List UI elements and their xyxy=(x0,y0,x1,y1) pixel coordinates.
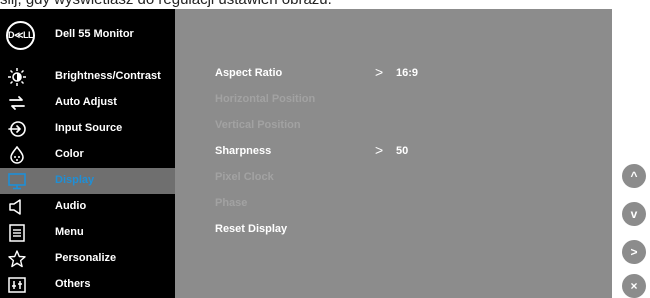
display-icon xyxy=(8,173,26,190)
submenu-label: Sharpness xyxy=(215,145,272,157)
submenu-label: Vertical Position xyxy=(215,119,301,131)
sidebar-item-display[interactable]: Display xyxy=(0,168,175,194)
submenu-aspect-ratio[interactable]: Aspect Ratio > 16:9 xyxy=(215,64,515,84)
dell-logo: D≪LL xyxy=(6,21,35,50)
sidebar-item-label: Personalize xyxy=(55,252,117,264)
sidebar-item-label: Display xyxy=(55,174,95,186)
header: D≪LL Dell 55 Monitor xyxy=(0,9,175,62)
submenu-reset-display[interactable]: Reset Display xyxy=(215,220,515,240)
top-caption: ślij, gdy wyświetlasz do regulacji ustaw… xyxy=(0,0,650,9)
sidebar-item-label: Others xyxy=(55,278,91,290)
input-source-icon xyxy=(8,121,26,137)
osd-menu: D≪LL Dell 55 Monitor Brightness/Contrast… xyxy=(0,9,612,298)
submenu-label: Horizontal Position xyxy=(215,93,316,105)
right-button[interactable]: > xyxy=(622,240,646,264)
sidebar-item-audio[interactable]: Audio xyxy=(0,194,175,220)
chevron-right-icon: > xyxy=(375,64,384,80)
submenu-pixel-clock: Pixel Clock xyxy=(215,168,515,188)
submenu-label: Aspect Ratio xyxy=(215,67,283,79)
sidebar-item-label: Menu xyxy=(55,226,84,238)
chevron-right-icon: > xyxy=(630,245,638,259)
menu-icon xyxy=(9,224,25,242)
audio-icon xyxy=(9,199,21,215)
submenu-label: Phase xyxy=(215,197,248,209)
sidebar-item-others[interactable]: Others xyxy=(0,272,175,298)
sidebar: D≪LL Dell 55 Monitor Brightness/Contrast… xyxy=(0,9,175,298)
chevron-right-icon: > xyxy=(375,142,384,158)
others-icon xyxy=(8,277,26,293)
brightness-icon xyxy=(8,68,26,86)
sidebar-item-label: Auto Adjust xyxy=(55,96,117,108)
star-icon xyxy=(8,250,26,268)
close-icon: × xyxy=(630,279,638,293)
close-button[interactable]: × xyxy=(622,274,646,298)
submenu-label: Pixel Clock xyxy=(215,171,274,183)
sidebar-item-personalize[interactable]: Personalize xyxy=(0,246,175,272)
up-button[interactable]: ^ xyxy=(622,164,646,188)
sidebar-item-label: Color xyxy=(55,148,84,160)
chevron-down-icon: v xyxy=(630,207,638,221)
chevron-up-icon: ^ xyxy=(630,169,638,183)
sidebar-item-input-source[interactable]: Input Source xyxy=(0,116,175,142)
submenu-label: Reset Display xyxy=(215,223,288,235)
sidebar-item-menu[interactable]: Menu xyxy=(0,220,175,246)
submenu-sharpness[interactable]: Sharpness > 50 xyxy=(215,142,515,162)
sidebar-item-color[interactable]: Color xyxy=(0,142,175,168)
submenu-value: 50 xyxy=(396,145,409,157)
color-icon xyxy=(10,146,24,164)
sidebar-item-label: Brightness/Contrast xyxy=(55,70,161,82)
down-button[interactable]: v xyxy=(622,202,646,226)
sidebar-item-brightness-contrast[interactable]: Brightness/Contrast xyxy=(0,64,175,90)
monitor-title: Dell 55 Monitor xyxy=(55,28,134,40)
submenu-phase: Phase xyxy=(215,194,515,214)
auto-adjust-icon xyxy=(9,96,25,110)
submenu-vertical-position: Vertical Position xyxy=(215,116,515,136)
sidebar-item-label: Input Source xyxy=(55,122,123,134)
sidebar-item-label: Audio xyxy=(55,200,87,212)
sidebar-item-auto-adjust[interactable]: Auto Adjust xyxy=(0,90,175,116)
submenu-value: 16:9 xyxy=(396,67,419,79)
submenu-horizontal-position: Horizontal Position xyxy=(215,90,515,110)
